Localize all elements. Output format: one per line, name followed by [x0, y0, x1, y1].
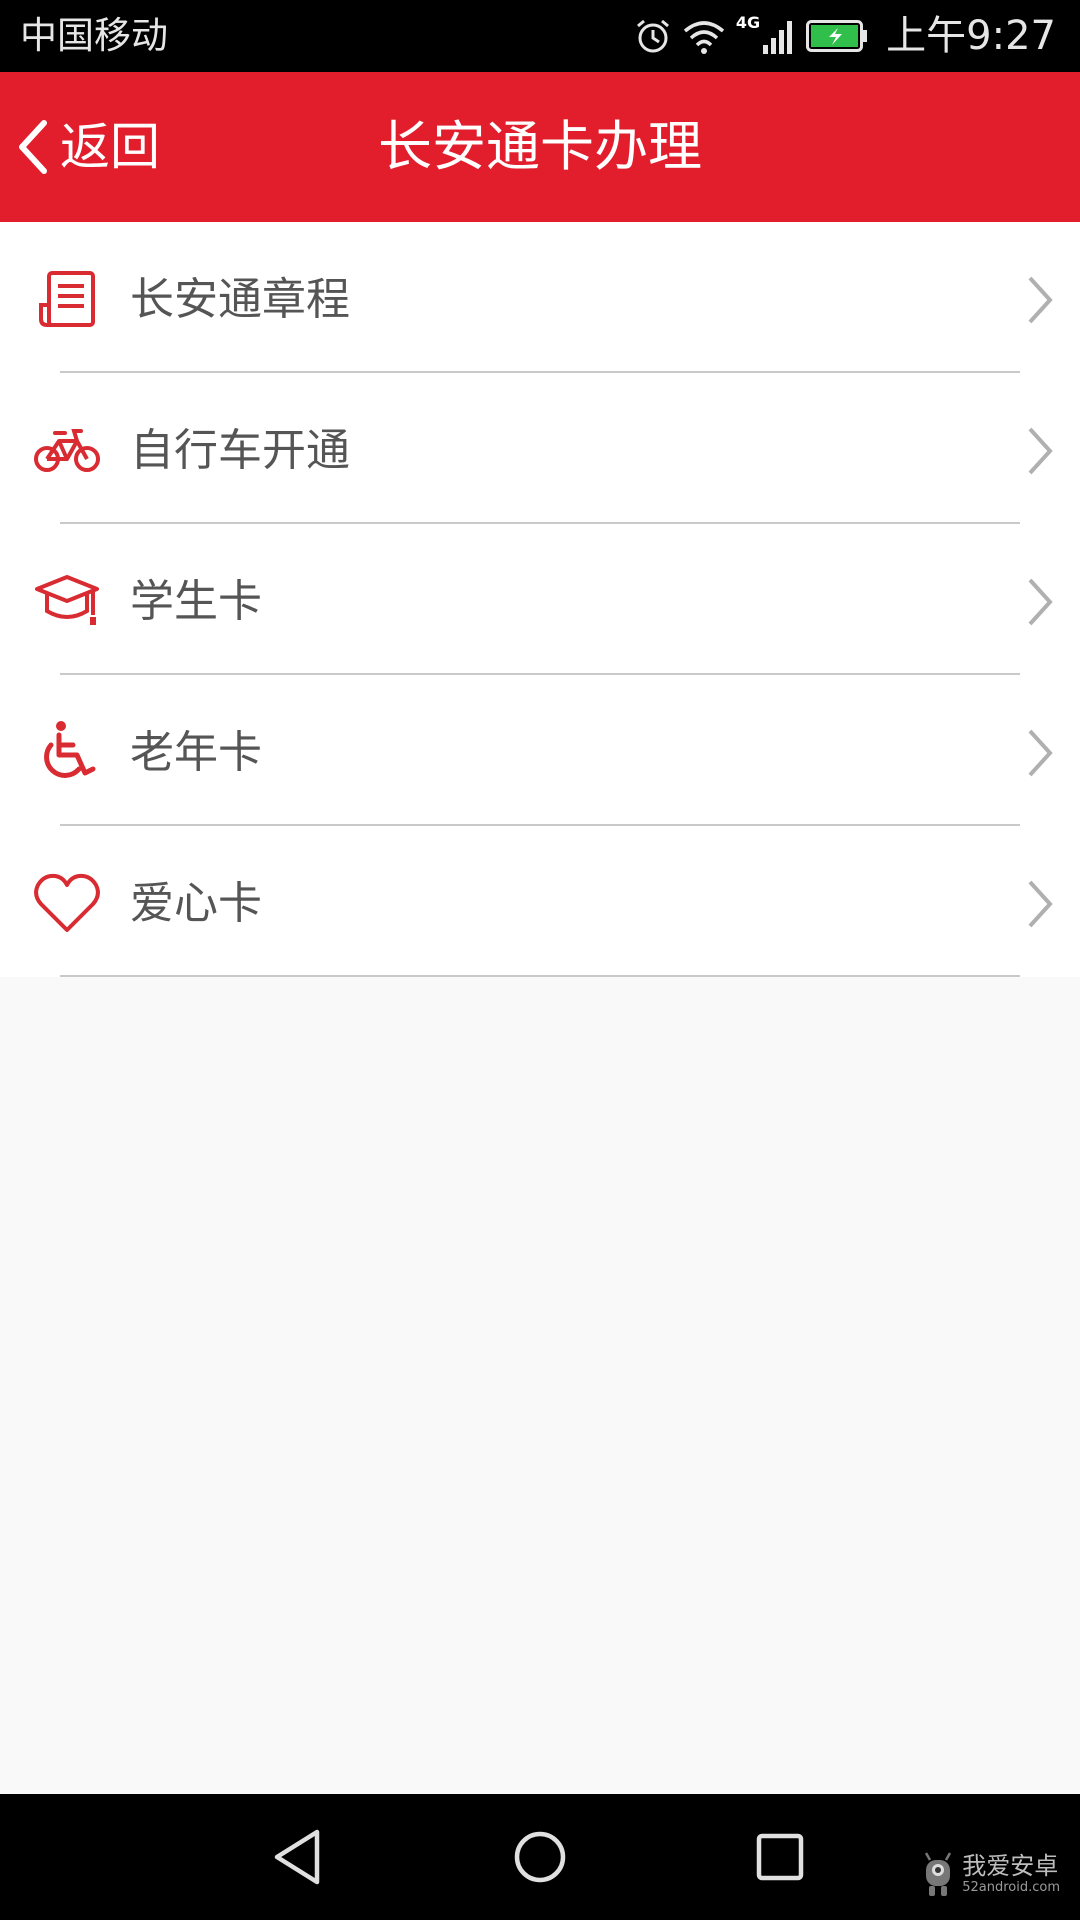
menu-item-charter[interactable]: 长安通章程	[0, 222, 1080, 373]
wheelchair-icon	[32, 717, 102, 787]
chevron-right-icon	[1028, 880, 1053, 928]
document-icon	[32, 264, 102, 334]
chevron-right-icon	[1028, 276, 1053, 324]
page-title: 长安通卡办理	[378, 115, 702, 178]
chevron-right-icon	[1028, 427, 1053, 475]
divider	[60, 975, 1020, 977]
menu-item-label: 长安通章程	[130, 274, 350, 325]
battery-charging-icon	[806, 20, 868, 52]
menu-item-senior-card[interactable]: 老年卡	[0, 675, 1080, 826]
nav-recent-apps-icon[interactable]	[747, 1824, 813, 1890]
menu-item-label: 爱心卡	[130, 878, 262, 929]
menu-item-label: 自行车开通	[130, 425, 350, 476]
app-header: 返回 长安通卡办理	[0, 72, 1080, 222]
menu-item-student-card[interactable]: 学生卡	[0, 524, 1080, 675]
wifi-icon	[683, 21, 725, 54]
alarm-icon	[636, 19, 669, 53]
carrier-name: 中国移动	[20, 14, 168, 57]
watermark-sub: 52android.com	[962, 1880, 1060, 1895]
watermark-text: 我爱安卓 52android.com	[962, 1852, 1060, 1896]
menu-item-label: 老年卡	[130, 727, 262, 778]
bicycle-icon	[32, 415, 102, 485]
menu-item-bicycle[interactable]: 自行车开通	[0, 373, 1080, 524]
chevron-right-icon	[1028, 729, 1053, 777]
network-type-label: 4G	[735, 12, 761, 32]
signal-icon	[763, 21, 793, 54]
menu-item-love-card[interactable]: 爱心卡	[0, 826, 1080, 977]
status-bar: 中国移动 4G 上午9:27	[0, 0, 1080, 72]
screen: 中国移动 4G 上午9:27 返回 长安通卡办理 长安通章程 自行车开通 学生卡…	[0, 0, 1080, 1920]
nav-back-icon[interactable]	[265, 1824, 331, 1890]
status-icons: 4G 上午9:27	[634, 12, 1056, 60]
graduation-cap-icon	[32, 566, 102, 636]
system-nav-bar	[0, 1794, 1080, 1920]
status-clock: 上午9:27	[886, 13, 1056, 59]
watermark: 我爱安卓 52android.com	[920, 1850, 1060, 1898]
android-robot-icon	[925, 1852, 952, 1896]
heart-icon	[32, 868, 102, 938]
menu-list: 长安通章程 自行车开通 学生卡 老年卡 爱心卡	[0, 222, 1080, 977]
nav-home-icon[interactable]	[507, 1824, 573, 1890]
menu-item-label: 学生卡	[130, 576, 262, 627]
chevron-right-icon	[1028, 578, 1053, 626]
watermark-main: 我爱安卓	[962, 1852, 1059, 1880]
